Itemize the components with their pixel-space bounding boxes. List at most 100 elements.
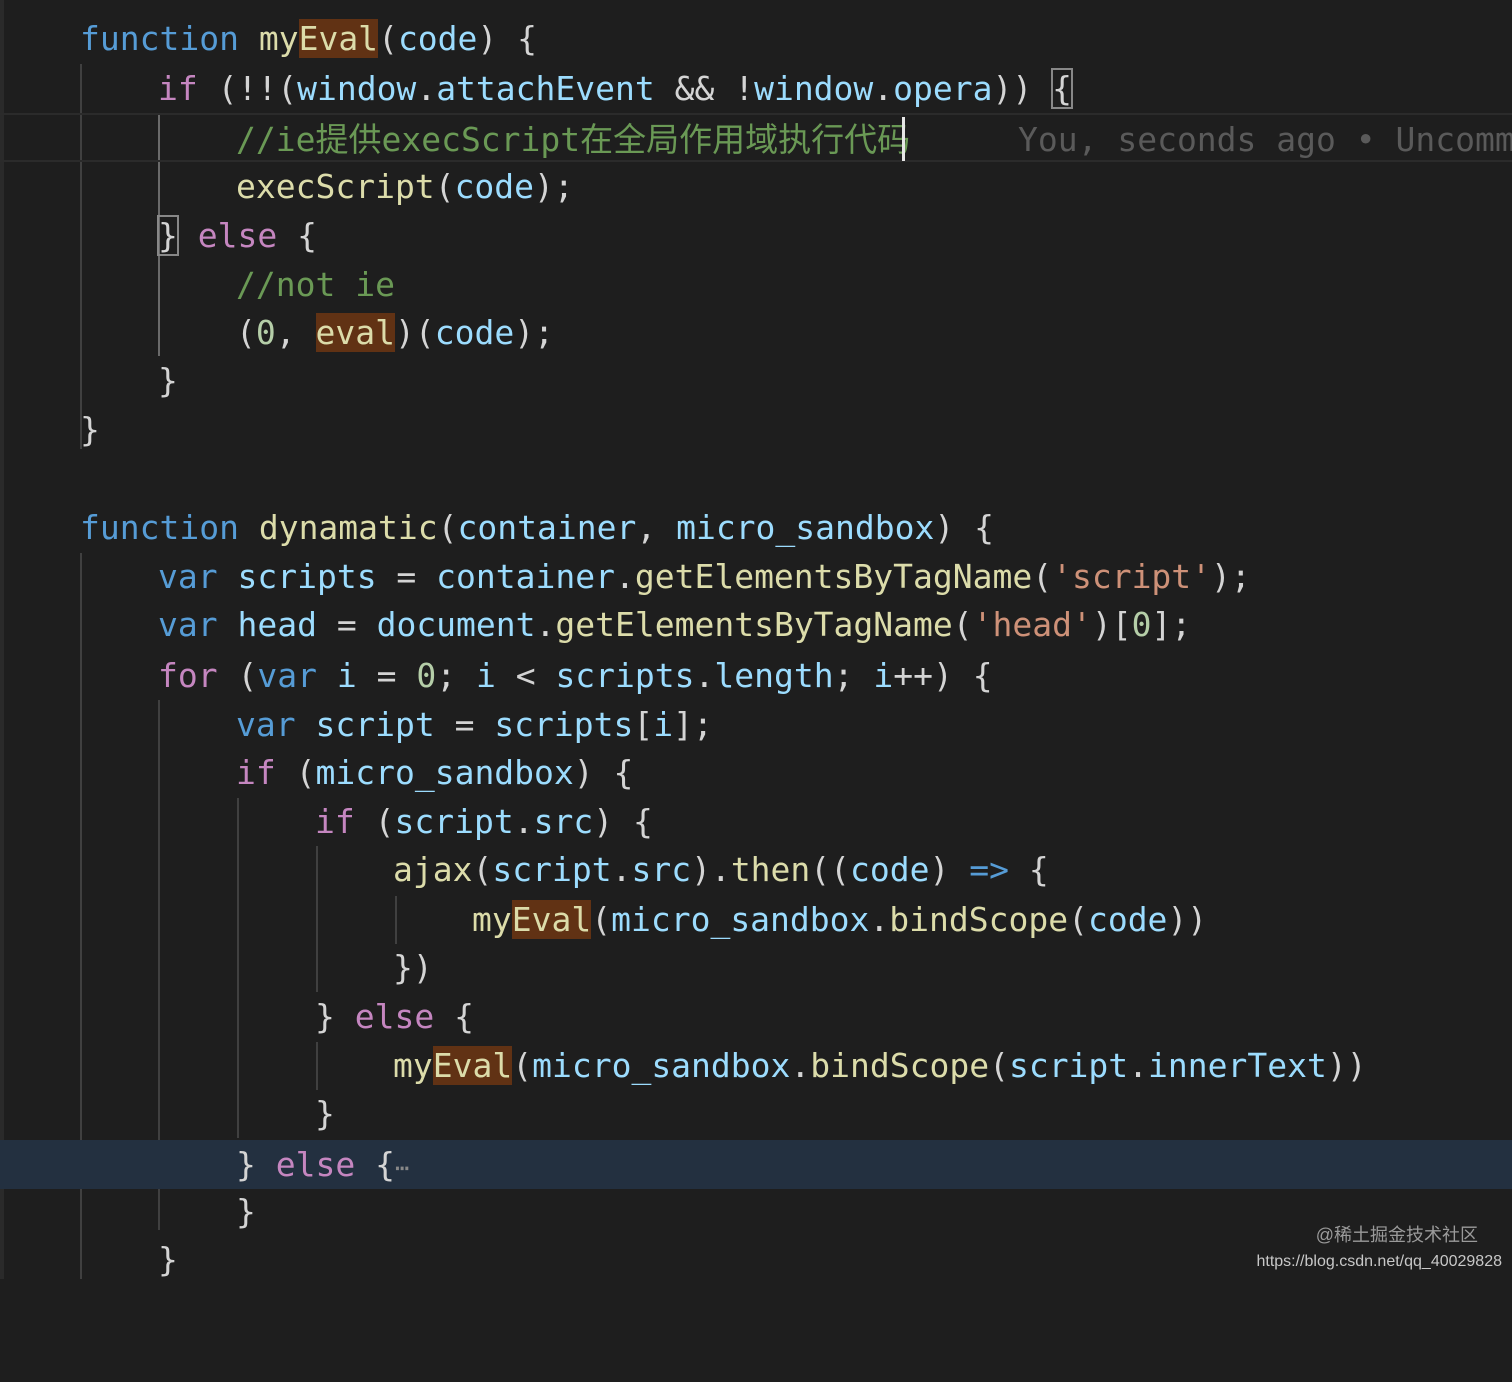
code-line[interactable]: function myEval(code) { — [0, 14, 1512, 63]
keyword: var — [257, 656, 317, 695]
function-name: my — [472, 900, 512, 939]
code-line[interactable]: } — [0, 1089, 1512, 1138]
fold-ellipsis-icon[interactable]: ⋯ — [395, 1154, 409, 1182]
method-name: bindScope — [810, 1046, 990, 1085]
property: src — [631, 850, 692, 889]
code-line[interactable]: } — [0, 1187, 1512, 1236]
code-line[interactable]: if (script.src) { — [0, 797, 1512, 846]
punctuation: } — [158, 1240, 178, 1279]
code-line[interactable]: var scripts = container.getElementsByTag… — [0, 552, 1512, 601]
punctuation: . — [513, 802, 534, 841]
git-blame-annotation: You, seconds ago • Uncomm — [1018, 120, 1512, 159]
punctuation: )) — [992, 69, 1053, 108]
code-line[interactable]: //not ie — [0, 260, 1512, 309]
function-name: my — [258, 19, 299, 58]
punctuation: { — [277, 216, 317, 255]
code-line[interactable]: } else { — [0, 992, 1512, 1041]
code-line[interactable]: } — [0, 356, 1512, 405]
code-line[interactable]: if (micro_sandbox) { — [0, 748, 1512, 797]
identifier: script — [492, 850, 612, 889]
code-line[interactable]: execScript(code); — [0, 162, 1512, 211]
identifier: scripts — [494, 705, 634, 744]
code-line[interactable]: } else { — [0, 211, 1512, 260]
keyword: if — [236, 753, 276, 792]
code-line[interactable]: var script = scripts[i]; — [0, 700, 1512, 749]
highlighted-word: Eval — [432, 1046, 513, 1085]
identifier: i — [336, 656, 357, 695]
folded-line[interactable]: } else {⋯ — [0, 1140, 1512, 1189]
punctuation: . — [416, 69, 437, 108]
code-line[interactable]: myEval(micro_sandbox.bindScope(code)) — [0, 895, 1512, 944]
punctuation: ( — [591, 900, 612, 939]
parameter: code — [850, 850, 930, 889]
punctuation: . — [873, 69, 894, 108]
identifier: window — [754, 69, 874, 108]
keyword: function — [80, 508, 239, 547]
punctuation: ) — [929, 850, 970, 889]
punctuation: . — [869, 900, 890, 939]
punctuation: . — [611, 850, 632, 889]
operator: = — [434, 705, 495, 744]
code-line[interactable]: var head = document.getElementsByTagName… — [0, 600, 1512, 649]
text-cursor — [902, 117, 905, 161]
punctuation: { — [1009, 850, 1049, 889]
number: 0 — [255, 313, 276, 352]
punctuation: ( — [472, 850, 493, 889]
punctuation: ); — [1211, 557, 1251, 596]
operator: = — [356, 656, 417, 695]
property: length — [714, 656, 834, 695]
code-line[interactable]: } — [0, 405, 1512, 454]
function-name: my — [393, 1046, 433, 1085]
code-line[interactable]: ajax(script.src).then((code) => { — [0, 845, 1512, 894]
punctuation: ( — [512, 1046, 533, 1085]
code-line[interactable]: function dynamatic(container, micro_sand… — [0, 503, 1512, 552]
parameter: container — [457, 508, 637, 547]
code-line[interactable]: (0, eval)(code); — [0, 308, 1512, 357]
punctuation: ++) { — [893, 656, 993, 695]
punctuation: ) { — [573, 753, 634, 792]
keyword: else — [197, 216, 278, 255]
code-line[interactable]: for (var i = 0; i < scripts.length; i++)… — [0, 651, 1512, 700]
punctuation: ( — [236, 313, 256, 352]
operator: = — [316, 605, 377, 644]
punctuation: , — [275, 313, 316, 352]
keyword: if — [315, 802, 355, 841]
punctuation: . — [1128, 1046, 1149, 1085]
identifier: scripts — [555, 656, 695, 695]
number: 0 — [1131, 605, 1152, 644]
identifier: micro_sandbox — [611, 900, 870, 939]
keyword: var — [158, 557, 218, 596]
method-name: getElementsByTagName — [555, 605, 953, 644]
punctuation: . — [614, 557, 635, 596]
property: src — [533, 802, 594, 841]
identifier: scripts — [237, 557, 377, 596]
code-editor[interactable]: function myEval(code) { if (!!(window.at… — [0, 0, 1512, 1279]
property: attachEvent — [436, 69, 655, 108]
keyword: else — [354, 997, 435, 1036]
punctuation: . — [535, 605, 556, 644]
property: innerText — [1148, 1046, 1327, 1085]
punctuation: )[ — [1091, 605, 1132, 644]
punctuation: } — [80, 410, 100, 449]
operator: < — [495, 656, 556, 695]
identifier: script — [315, 705, 435, 744]
identifier: head — [237, 605, 317, 644]
identifier: i — [475, 656, 496, 695]
identifier: i — [873, 656, 894, 695]
identifier: code — [434, 313, 515, 352]
string: 'script' — [1052, 557, 1212, 596]
punctuation: ]; — [1151, 605, 1192, 644]
punctuation: ( — [275, 753, 316, 792]
punctuation: { — [355, 1145, 395, 1184]
code-line[interactable]: myEval(micro_sandbox.bindScope(script.in… — [0, 1041, 1512, 1090]
punctuation: ( — [1068, 900, 1088, 939]
punctuation: ( — [354, 802, 395, 841]
punctuation: )( — [394, 313, 435, 352]
identifier: micro_sandbox — [315, 753, 574, 792]
current-line[interactable]: //ie提供execScript在全局作用域执行代码 You, seconds … — [0, 113, 1512, 162]
code-line[interactable]: if (!!(window.attachEvent && !window.ope… — [0, 64, 1512, 113]
string: 'head' — [972, 605, 1092, 644]
identifier: code — [1087, 900, 1168, 939]
punctuation: ); — [514, 313, 554, 352]
code-line[interactable]: }) — [0, 943, 1512, 992]
